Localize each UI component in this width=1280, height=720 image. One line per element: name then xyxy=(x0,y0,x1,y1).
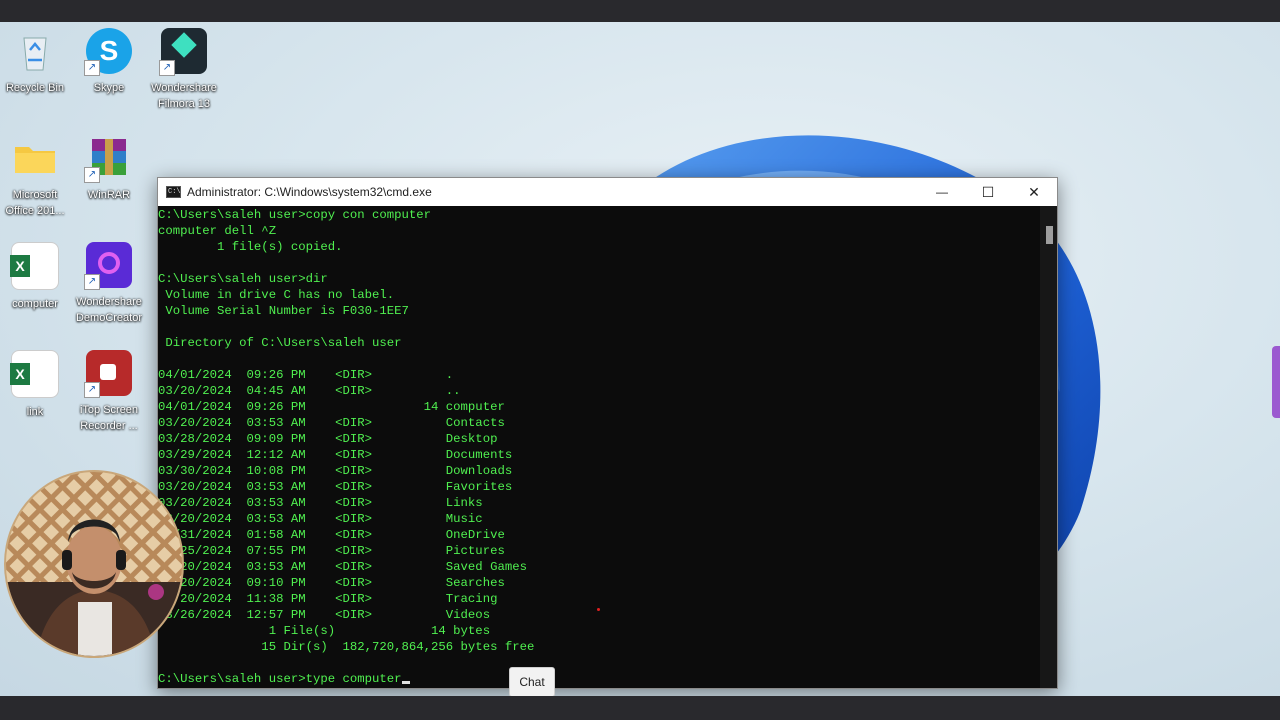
console-line: 03/20/2024 03:53 AM <DIR> Saved Games xyxy=(158,560,527,574)
icon-label: Wondershare Filmora 13 xyxy=(151,82,217,110)
desktop-icon-recycle-bin[interactable]: Recycle Bin xyxy=(0,28,73,96)
icon-label: Recycle Bin xyxy=(5,82,65,94)
console-line: C:\Users\saleh user>type computer xyxy=(158,671,1040,687)
console-line: 03/20/2024 04:45 AM <DIR> .. xyxy=(158,384,461,398)
text-cursor xyxy=(401,681,410,684)
console-line: 03/28/2024 09:09 PM <DIR> Desktop xyxy=(158,432,498,446)
side-edge-tab[interactable] xyxy=(1272,346,1280,418)
desktop-icon-itop-recorder[interactable]: ↗ iTop Screen Recorder ... xyxy=(71,350,147,434)
console-line: Volume Serial Number is F030-1EE7 xyxy=(158,304,409,318)
shortcut-arrow-icon: ↗ xyxy=(84,60,100,76)
recycle-bin-icon xyxy=(12,28,58,74)
excel-icon: X xyxy=(10,350,59,398)
webcam-person-image xyxy=(6,472,182,656)
cmd-icon: C:\ xyxy=(166,186,181,198)
skype-icon: S ↗ xyxy=(84,28,132,76)
scrollbar-thumb[interactable] xyxy=(1046,226,1053,244)
console-line: 03/20/2024 03:53 AM <DIR> Links xyxy=(158,496,483,510)
video-top-bar xyxy=(0,0,1280,22)
shortcut-arrow-icon: ↗ xyxy=(84,167,100,183)
desktop-icon-democreator[interactable]: ↗ Wondershare DemoCreator xyxy=(71,242,147,326)
desktop-icon-office-folder[interactable]: Microsoft Office 201... xyxy=(0,135,73,219)
window-title: Administrator: C:\Windows\system32\cmd.e… xyxy=(187,185,432,199)
console-line: 03/20/2024 03:53 AM <DIR> Music xyxy=(158,512,483,526)
maximize-button[interactable]: ☐ xyxy=(965,178,1011,206)
console-line: 03/20/2024 11:38 PM <DIR> Tracing xyxy=(158,592,498,606)
minimize-button[interactable]: — xyxy=(919,178,965,206)
console-line: 1 File(s) 14 bytes xyxy=(158,624,491,638)
cmd-window[interactable]: C:\ Administrator: C:\Windows\system32\c… xyxy=(157,177,1058,689)
console-line: 03/20/2024 03:53 AM <DIR> Favorites xyxy=(158,480,513,494)
icon-label: link xyxy=(26,406,44,418)
vertical-scrollbar[interactable] xyxy=(1040,206,1057,688)
console-line: 03/20/2024 09:10 PM <DIR> Searches xyxy=(158,576,505,590)
webcam-overlay xyxy=(4,470,184,658)
excel-icon: X xyxy=(10,242,59,290)
icon-label: Wondershare DemoCreator xyxy=(75,296,143,324)
console-line: computer dell ^Z xyxy=(158,224,277,238)
icon-label: Skype xyxy=(93,82,125,94)
console-line: 15 Dir(s) 182,720,864,256 bytes free xyxy=(158,640,535,654)
shortcut-arrow-icon: ↗ xyxy=(159,60,175,76)
desktop-icon-computer-xlsx[interactable]: X computer xyxy=(0,242,73,312)
console-line: 03/29/2024 12:12 AM <DIR> Documents xyxy=(158,448,513,462)
itop-recorder-icon: ↗ xyxy=(84,350,132,398)
desktop-icon-filmora[interactable]: ↗ Wondershare Filmora 13 xyxy=(146,28,222,112)
console-line: 03/30/2024 10:08 PM <DIR> Downloads xyxy=(158,464,513,478)
desktop-icon-link-xlsx[interactable]: X link xyxy=(0,350,73,420)
winrar-icon: ↗ xyxy=(84,135,132,183)
icon-label: WinRAR xyxy=(87,189,131,201)
console-line: 03/25/2024 07:55 PM <DIR> Pictures xyxy=(158,544,505,558)
console-lines: C:\Users\saleh user>copy con computer com… xyxy=(158,207,1040,687)
icon-label: Microsoft Office 201... xyxy=(5,189,65,217)
shortcut-arrow-icon: ↗ xyxy=(84,382,100,398)
console-line: 03/20/2024 03:53 AM <DIR> Contacts xyxy=(158,416,505,430)
console-output[interactable]: C:\Users\saleh user>copy con computer com… xyxy=(158,206,1040,689)
console-line: 03/31/2024 01:58 AM <DIR> OneDrive xyxy=(158,528,505,542)
shortcut-arrow-icon: ↗ xyxy=(84,274,100,290)
icon-label: computer xyxy=(12,298,58,310)
console-line: 04/01/2024 09:26 PM <DIR> . xyxy=(158,368,454,382)
console-line: 1 file(s) copied. xyxy=(158,240,343,254)
close-button[interactable]: ✕ xyxy=(1011,178,1057,206)
chat-button[interactable]: Chat xyxy=(509,667,555,697)
icon-label: iTop Screen Recorder ... xyxy=(79,404,139,432)
console-line: C:\Users\saleh user>copy con computer xyxy=(158,208,432,222)
console-line: 04/01/2024 09:26 PM 14 computer xyxy=(158,400,505,414)
console-line: Volume in drive C has no label. xyxy=(158,288,395,302)
console-line: C:\Users\saleh user>dir xyxy=(158,272,328,286)
video-bottom-bar xyxy=(0,696,1280,720)
democreator-icon: ↗ xyxy=(84,242,132,290)
desktop-icon-skype[interactable]: S ↗ Skype xyxy=(71,28,147,96)
folder-icon xyxy=(12,135,58,181)
filmora-icon: ↗ xyxy=(159,28,207,76)
title-bar[interactable]: C:\ Administrator: C:\Windows\system32\c… xyxy=(158,178,1057,206)
console-line: Directory of C:\Users\saleh user xyxy=(158,336,402,350)
cursor-dot xyxy=(597,608,600,611)
desktop-icon-winrar[interactable]: ↗ WinRAR xyxy=(71,135,147,203)
